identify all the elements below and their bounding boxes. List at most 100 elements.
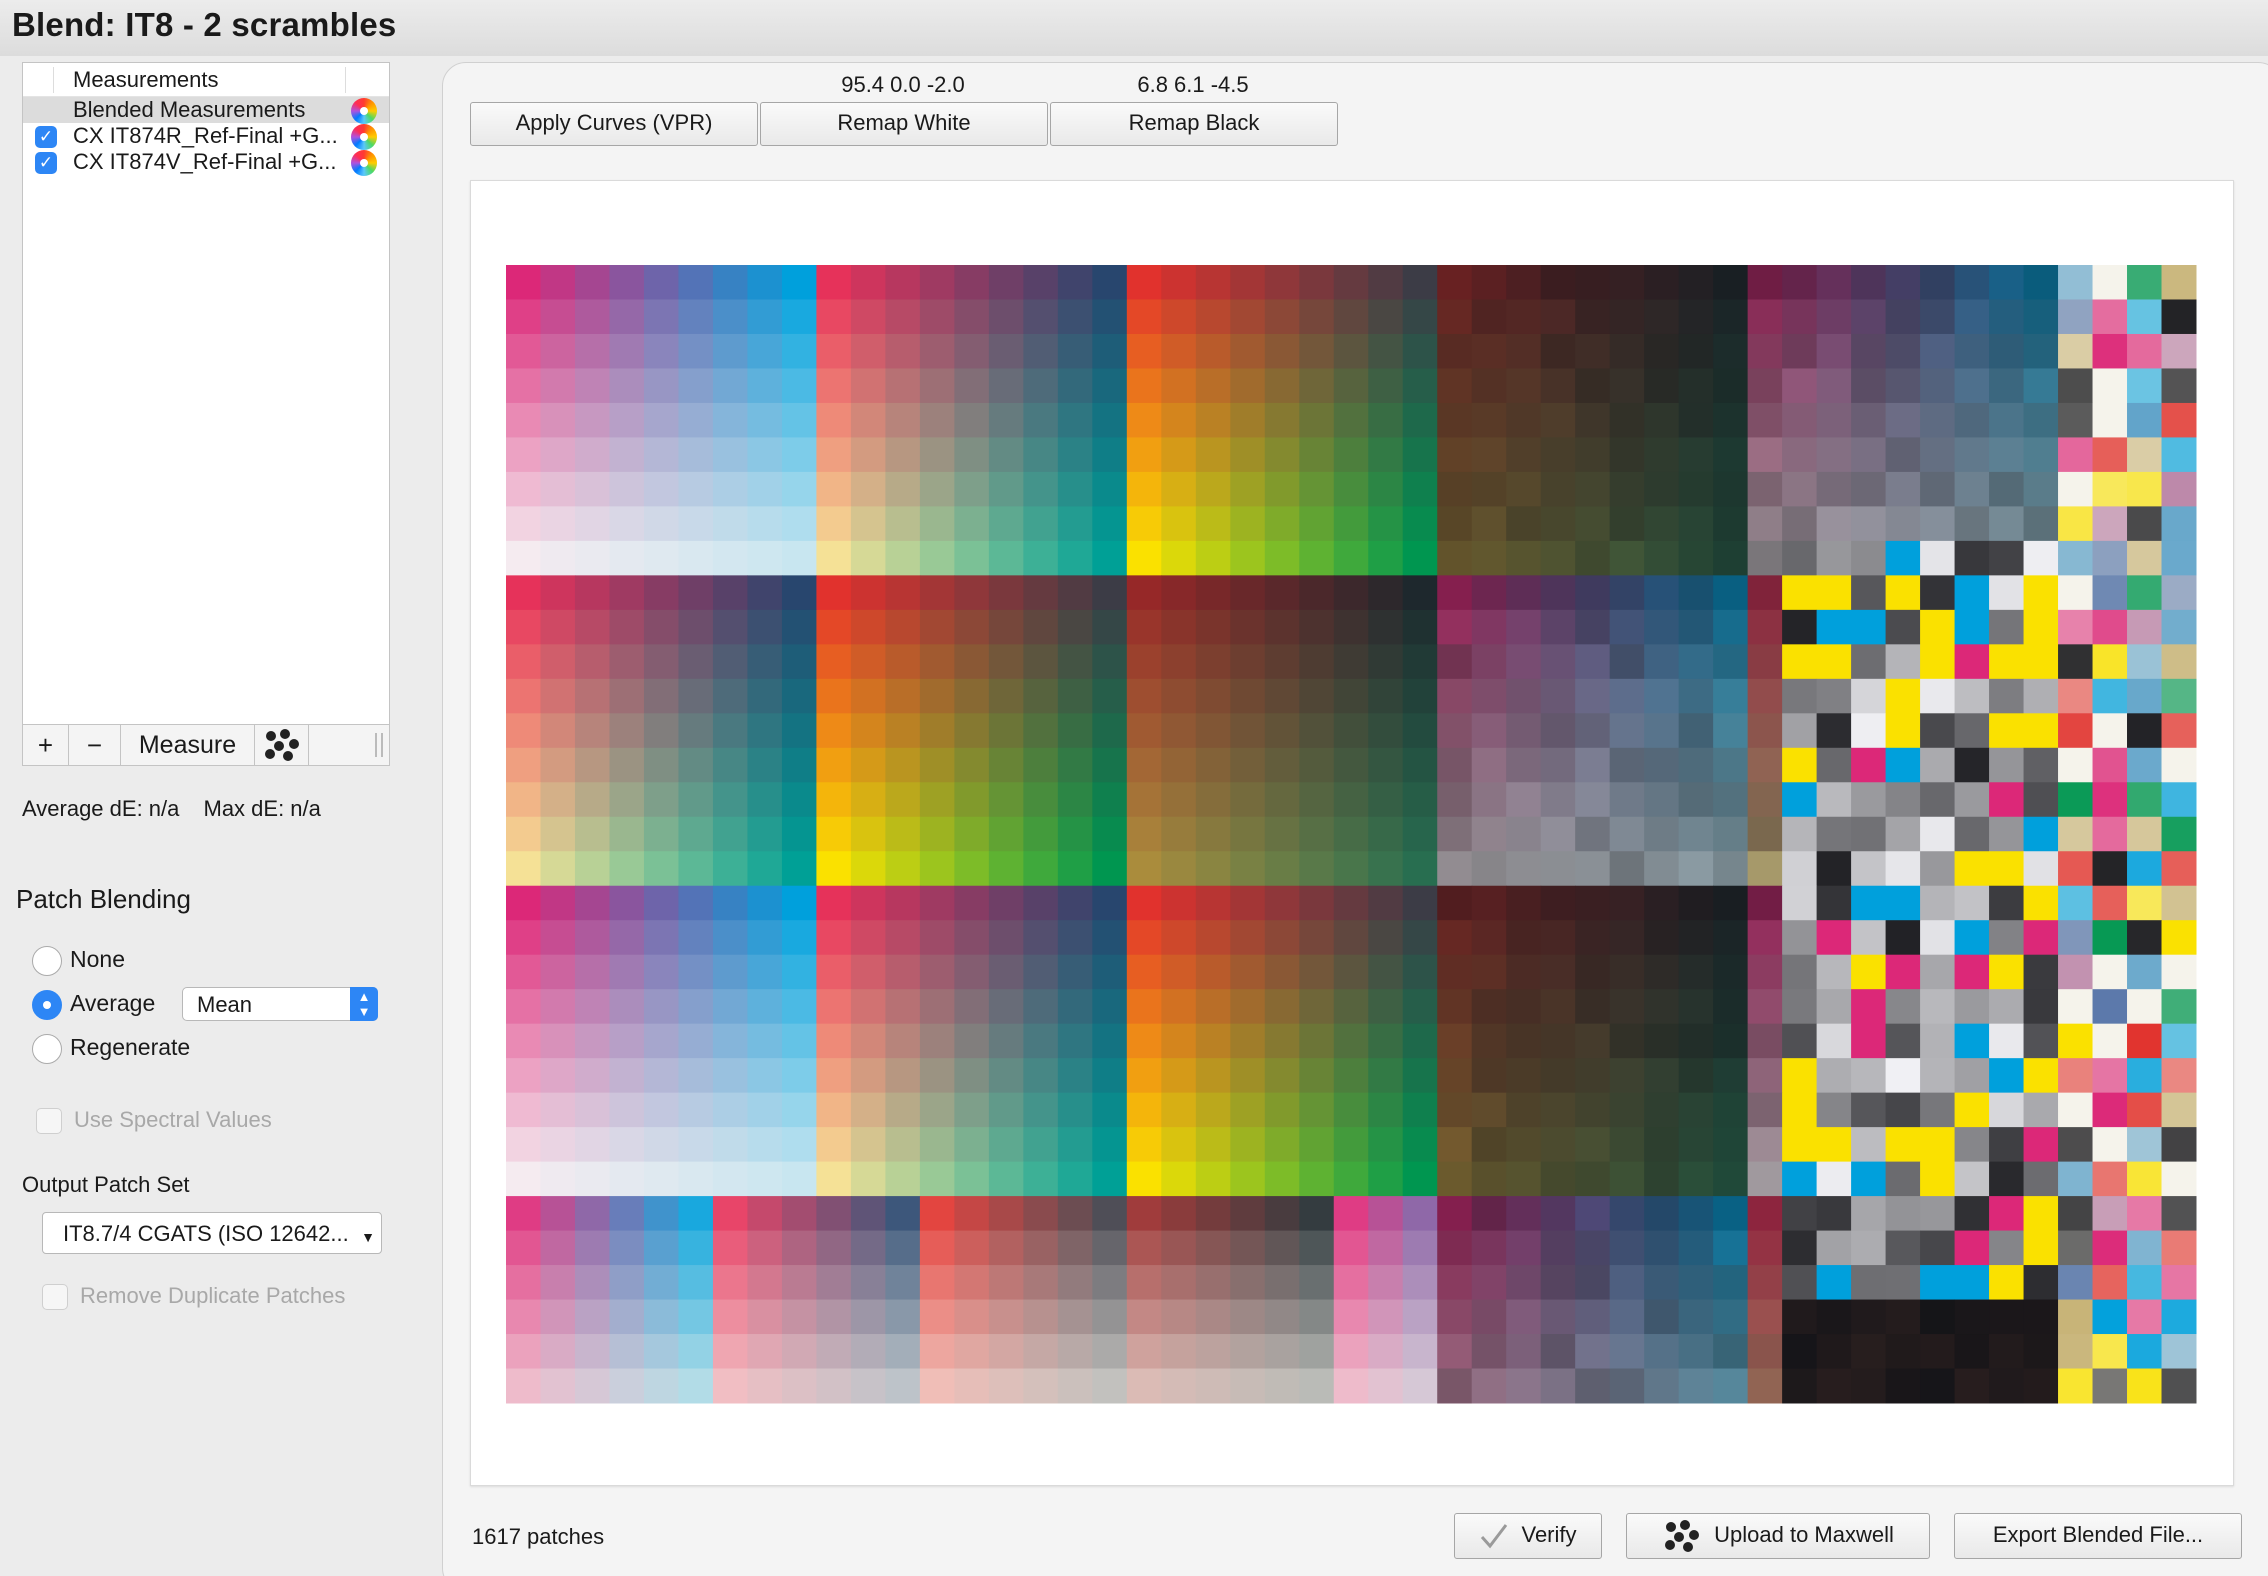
color-patch — [1575, 816, 1611, 852]
color-patch — [1609, 678, 1645, 714]
output-patch-set-select[interactable]: IT8.7/4 CGATS (ISO 12642... ▼ — [42, 1212, 382, 1254]
color-patch — [1644, 1368, 1680, 1404]
color-patch — [1678, 747, 1714, 783]
color-patch — [1057, 644, 1093, 680]
color-patch — [1333, 368, 1369, 404]
color-patch — [2023, 1299, 2059, 1335]
color-patch — [1816, 506, 1852, 542]
list-item-blended[interactable]: Blended Measurements — [23, 97, 389, 124]
radio-button[interactable] — [32, 946, 62, 976]
color-patch — [954, 1299, 990, 1335]
radio-button[interactable] — [32, 1034, 62, 1064]
color-patch — [643, 437, 679, 473]
color-patch — [2161, 1058, 2197, 1094]
color-patch — [1989, 540, 2025, 576]
color-patch — [540, 1334, 576, 1370]
color-patch — [540, 575, 576, 611]
remap-white-button[interactable]: Remap White — [760, 102, 1048, 146]
color-wheel-icon[interactable] — [351, 124, 377, 150]
measure-button[interactable]: Measure — [121, 725, 255, 765]
color-patch — [2127, 437, 2163, 473]
color-patch — [1816, 1127, 1852, 1163]
verify-label: Verify — [1521, 1522, 1577, 1547]
measurement-list[interactable]: Measurements Blended Measurements ✓ CX I… — [22, 62, 390, 726]
checkbox-checked-icon[interactable]: ✓ — [35, 152, 57, 174]
color-patch — [540, 368, 576, 404]
radio-button-selected[interactable] — [32, 990, 62, 1020]
color-patch — [1092, 437, 1128, 473]
color-patch — [2161, 1127, 2197, 1163]
list-item-it874r[interactable]: ✓ CX IT874R_Ref-Final +G... — [23, 123, 389, 150]
color-patch — [1299, 1023, 1335, 1059]
color-patch — [2161, 782, 2197, 818]
device-button[interactable] — [255, 725, 309, 765]
color-wheel-icon[interactable] — [351, 150, 377, 176]
checkbox[interactable] — [42, 1284, 68, 1310]
remap-black-button[interactable]: Remap Black — [1050, 102, 1338, 146]
color-patch — [574, 368, 610, 404]
color-patch — [1782, 954, 1818, 990]
color-patch — [574, 885, 610, 921]
color-patch — [1609, 885, 1645, 921]
color-patch — [540, 437, 576, 473]
color-patch — [1161, 1265, 1197, 1301]
color-patch — [1816, 782, 1852, 818]
color-patch — [816, 1299, 852, 1335]
color-patch — [954, 609, 990, 645]
add-button[interactable]: + — [23, 725, 69, 765]
color-patch — [1713, 402, 1749, 438]
color-patch — [1713, 644, 1749, 680]
color-patch — [2127, 644, 2163, 680]
checkbox[interactable] — [36, 1108, 62, 1134]
color-patch — [574, 609, 610, 645]
color-patch — [954, 437, 990, 473]
color-patch — [1506, 1368, 1542, 1404]
apply-curves-button[interactable]: Apply Curves (VPR) — [470, 102, 758, 146]
color-patch — [1954, 1334, 1990, 1370]
patch-chart[interactable] — [471, 181, 2233, 1485]
color-patch — [2127, 954, 2163, 990]
color-patch — [2127, 506, 2163, 542]
color-patch — [540, 782, 576, 818]
color-patch — [781, 333, 817, 369]
color-patch — [1816, 609, 1852, 645]
export-blended-file-button[interactable]: Export Blended File... — [1954, 1513, 2242, 1559]
list-item-it874v[interactable]: ✓ CX IT874V_Ref-Final +G... — [23, 149, 389, 176]
color-patch — [1540, 1196, 1576, 1232]
color-patch — [1782, 265, 1818, 300]
color-patch — [1402, 851, 1438, 887]
color-patch — [1264, 471, 1300, 507]
color-patch — [747, 782, 783, 818]
color-patch — [506, 1023, 541, 1059]
color-patch — [1506, 575, 1542, 611]
color-wheel-icon[interactable] — [351, 98, 377, 124]
color-patch — [1713, 437, 1749, 473]
checkbox-checked-icon[interactable]: ✓ — [35, 126, 57, 148]
color-patch — [1264, 1196, 1300, 1232]
verify-button[interactable]: Verify — [1454, 1513, 1602, 1559]
average-method-select[interactable]: Mean ▲ ▼ — [182, 987, 378, 1021]
color-patch — [1368, 1368, 1404, 1404]
color-patch — [1126, 954, 1162, 990]
color-patch — [1989, 1127, 2025, 1163]
color-patch — [1747, 851, 1783, 887]
color-patch — [1057, 713, 1093, 749]
color-patch — [1540, 1023, 1576, 1059]
color-patch — [1954, 816, 1990, 852]
color-patch — [1540, 299, 1576, 335]
color-patch — [678, 1127, 714, 1163]
color-patch — [1264, 609, 1300, 645]
color-patch — [1023, 402, 1059, 438]
remove-button[interactable]: − — [69, 725, 121, 765]
color-patch — [850, 678, 886, 714]
color-patch — [506, 954, 541, 990]
resize-grip[interactable] — [375, 733, 383, 757]
color-patch — [1954, 954, 1990, 990]
color-patch — [1368, 1058, 1404, 1094]
measurements-column-header[interactable]: Measurements — [73, 67, 219, 93]
color-patch — [988, 299, 1024, 335]
color-patch — [988, 782, 1024, 818]
color-patch — [1092, 644, 1128, 680]
color-patch — [1782, 368, 1818, 404]
upload-to-maxwell-button[interactable]: Upload to Maxwell — [1626, 1513, 1930, 1559]
